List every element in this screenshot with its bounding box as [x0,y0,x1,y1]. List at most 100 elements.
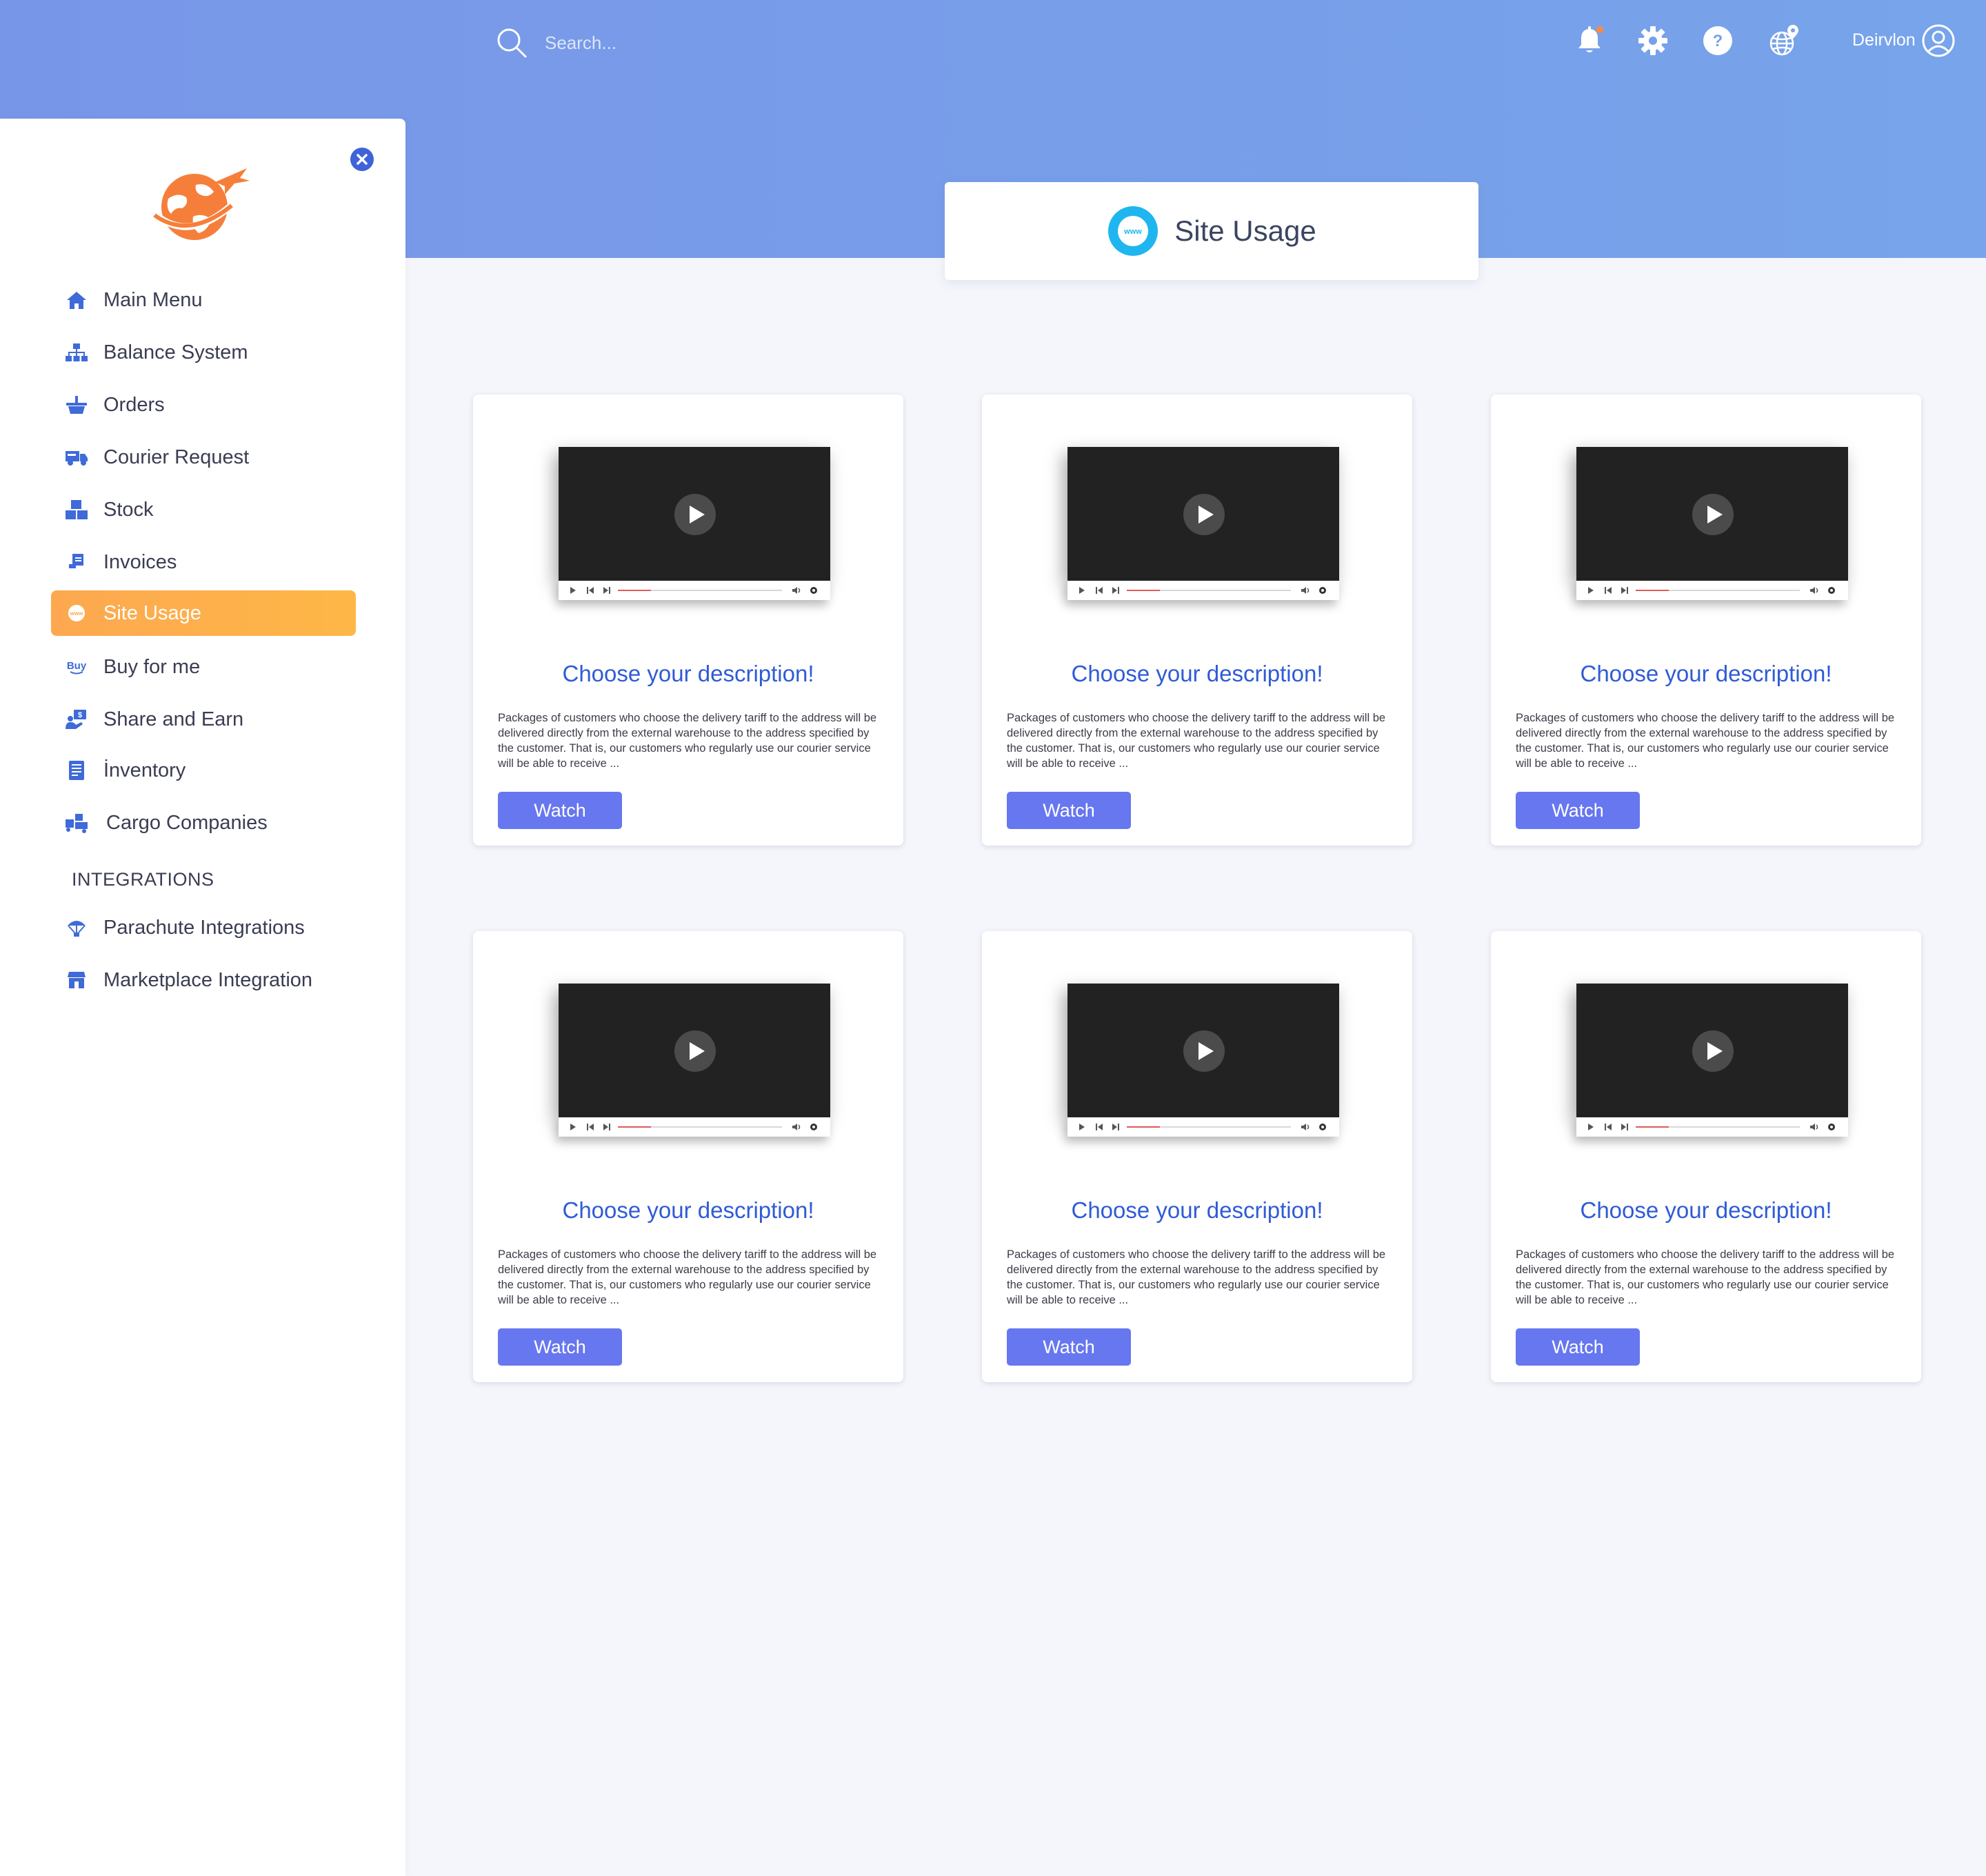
previous-icon[interactable] [1604,586,1612,595]
help-icon[interactable]: ? [1701,23,1735,58]
video-player[interactable] [1576,447,1848,600]
settings-icon[interactable] [810,1123,818,1131]
sidebar-item-orders[interactable]: Orders [51,382,356,428]
play-icon[interactable] [1183,1030,1225,1072]
next-icon[interactable] [603,586,611,595]
play-icon[interactable] [1692,1030,1734,1072]
volume-icon[interactable] [1809,1123,1819,1131]
watch-button[interactable]: Watch [498,1328,622,1366]
page-title-card: www Site Usage [945,182,1478,280]
search-icon[interactable] [495,26,528,59]
next-icon[interactable] [1621,586,1629,595]
settings-icon[interactable] [1827,586,1836,595]
progress-track[interactable] [618,590,782,591]
sidebar-item-parachute-integrations[interactable]: Parachute Integrations [51,905,356,950]
video-screen[interactable] [1067,447,1339,581]
previous-icon[interactable] [586,1123,594,1131]
volume-icon[interactable] [792,1123,801,1131]
progress-fill [1127,1126,1160,1128]
sidebar-item-buy-for-me[interactable]: Buy Buy for me [51,644,356,690]
volume-icon[interactable] [1301,586,1310,595]
next-icon[interactable] [1112,586,1120,595]
watch-button[interactable]: Watch [1516,792,1640,829]
video-player[interactable] [1576,984,1848,1137]
settings-icon[interactable] [810,586,818,595]
share-earn-icon: $ [65,708,88,731]
close-sidebar-icon[interactable] [349,146,375,172]
small-play-icon[interactable] [1079,1123,1085,1131]
video-screen[interactable] [1067,984,1339,1117]
store-icon [65,968,88,992]
video-player[interactable] [1067,447,1339,600]
card-description: Packages of customers who choose the del… [1516,712,1895,770]
sidebar-item-inventory[interactable]: İnventory [51,748,356,793]
video-card: Choose your description! Packages of cus… [982,395,1412,846]
sidebar-item-invoices[interactable]: Invoices [51,539,356,585]
sidebar-item-site-usage[interactable]: www Site Usage [51,590,356,636]
sidebar-item-main-menu[interactable]: Main Menu [51,277,356,323]
www-icon: www [1108,206,1158,256]
buy-icon: Buy [65,655,88,679]
watch-button[interactable]: Watch [1516,1328,1640,1366]
volume-icon[interactable] [792,586,801,595]
small-play-icon[interactable] [570,586,576,595]
bell-icon[interactable] [1572,23,1607,58]
volume-icon[interactable] [1809,586,1819,595]
video-player[interactable] [559,447,830,600]
sidebar-item-marketplace-integration[interactable]: Marketplace Integration [51,957,356,1003]
progress-track[interactable] [1636,590,1800,591]
previous-icon[interactable] [1095,1123,1103,1131]
sidebar-item-cargo-companies[interactable]: Cargo Companies [51,800,356,846]
sidebar-item-share-and-earn[interactable]: $ Share and Earn [51,697,356,742]
settings-icon[interactable] [1318,586,1327,595]
settings-icon[interactable] [1827,1123,1836,1131]
video-card: Choose your description! Packages of cus… [473,931,903,1382]
progress-track[interactable] [1127,590,1291,591]
sidebar-item-balance-system[interactable]: Balance System [51,330,356,375]
volume-icon[interactable] [1301,1123,1310,1131]
sidebar-item-label: Cargo Companies [106,811,268,834]
notification-dot [1596,26,1603,33]
small-play-icon[interactable] [1079,586,1085,595]
play-icon[interactable] [1692,494,1734,535]
card-heading: Choose your description! [1071,1197,1323,1223]
card-description: Packages of customers who choose the del… [1007,1248,1386,1306]
watch-button[interactable]: Watch [498,792,622,829]
small-play-icon[interactable] [570,1123,576,1131]
progress-track[interactable] [1636,1126,1800,1128]
user-name[interactable]: Deirvlon [1852,30,1916,50]
sidebar-item-courier-request[interactable]: Courier Request [51,435,356,480]
previous-icon[interactable] [1604,1123,1612,1131]
video-screen[interactable] [1576,447,1848,581]
small-play-icon[interactable] [1587,586,1594,595]
play-icon[interactable] [1183,494,1225,535]
video-screen[interactable] [559,984,830,1117]
progress-track[interactable] [618,1126,782,1128]
video-screen[interactable] [1576,984,1848,1117]
search-input[interactable] [545,26,903,59]
next-icon[interactable] [1621,1123,1629,1131]
gear-icon[interactable] [1636,23,1670,58]
video-controls [559,581,830,600]
svg-text:Buy: Buy [67,660,87,672]
globe-icon[interactable] [1767,23,1801,58]
progress-fill [1636,590,1669,591]
play-icon[interactable] [674,1030,716,1072]
previous-icon[interactable] [586,586,594,595]
play-icon[interactable] [674,494,716,535]
user-avatar-icon[interactable] [1921,23,1956,58]
next-icon[interactable] [603,1123,611,1131]
video-screen[interactable] [559,447,830,581]
sidebar-item-stock[interactable]: Stock [51,487,356,532]
page-title: Site Usage [1174,214,1316,247]
small-play-icon[interactable] [1587,1123,1594,1131]
watch-button[interactable]: Watch [1007,1328,1131,1366]
previous-icon[interactable] [1095,586,1103,595]
watch-button[interactable]: Watch [1007,792,1131,829]
video-player[interactable] [559,984,830,1137]
next-icon[interactable] [1112,1123,1120,1131]
settings-icon[interactable] [1318,1123,1327,1131]
progress-track[interactable] [1127,1126,1291,1128]
video-controls [559,1117,830,1137]
video-player[interactable] [1067,984,1339,1137]
